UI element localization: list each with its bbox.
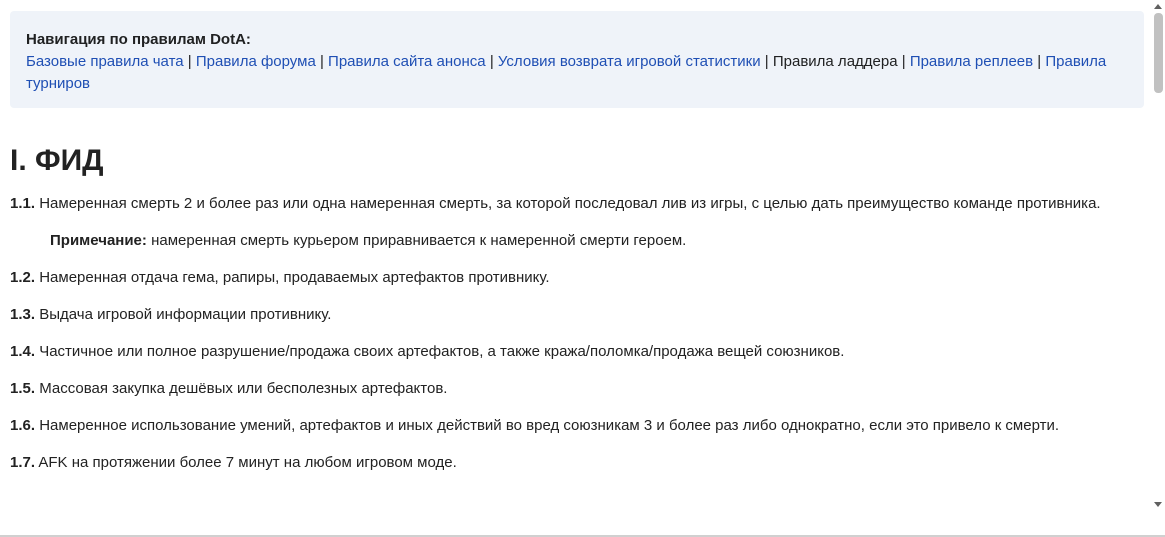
rule-number: 1.7. [10, 454, 36, 471]
page-content: Навигация по правилам DotA: Базовые прав… [0, 0, 1152, 535]
navigation-title: Навигация по правилам DotA: [26, 31, 251, 48]
rule-number: 1.5. [10, 380, 36, 397]
note-text: намеренная смерть курьером приравниваетс… [151, 232, 687, 249]
vertical-scrollbar[interactable] [1152, 0, 1165, 535]
nav-separator: | [319, 53, 324, 70]
rule-text: Намеренная смерть 2 и более раз или одна… [39, 195, 1101, 212]
nav-current-ladder-rules: Правила ладдера [772, 53, 898, 70]
nav-link-announce-site-rules[interactable]: Правила сайта анонса [328, 53, 486, 70]
scroll-down-arrow-icon[interactable] [1154, 502, 1162, 507]
rule-text: Массовая закупка дешёвых или бесполезных… [39, 380, 448, 397]
rule-number: 1.4. [10, 343, 36, 360]
rule-item: 1.3. Выдача игровой информации противник… [10, 304, 1135, 326]
rule-item: 1.7. AFK на протяжении более 7 минут на … [10, 452, 1135, 474]
nav-link-stats-return-conditions[interactable]: Условия возврата игровой статистики [498, 53, 761, 70]
scrollbar-thumb[interactable] [1154, 13, 1163, 93]
rule-number: 1.6. [10, 417, 36, 434]
rules-navigation-box: Навигация по правилам DotA: Базовые прав… [10, 11, 1144, 108]
nav-separator: | [1037, 53, 1042, 70]
rule-item: 1.1. Намеренная смерть 2 и более раз или… [10, 193, 1135, 215]
scroll-up-arrow-icon[interactable] [1154, 4, 1162, 9]
rule-item: 1.2. Намеренная отдача гема, рапиры, про… [10, 267, 1135, 289]
nav-link-replay-rules[interactable]: Правила реплеев [910, 53, 1033, 70]
nav-link-forum-rules[interactable]: Правила форума [196, 53, 316, 70]
rule-text: Частичное или полное разрушение/продажа … [39, 343, 845, 360]
rule-number: 1.2. [10, 269, 36, 286]
nav-separator: | [489, 53, 494, 70]
rule-item: 1.5. Массовая закупка дешёвых или беспол… [10, 378, 1135, 400]
rule-number: 1.3. [10, 306, 36, 323]
rule-item: 1.6. Намеренное использование умений, ар… [10, 415, 1135, 437]
rule-text: Выдача игровой информации противнику. [39, 306, 332, 323]
rule-text: AFK на протяжении более 7 минут на любом… [38, 454, 457, 471]
section-heading: I. ФИД [10, 144, 104, 177]
nav-separator: | [901, 53, 906, 70]
navigation-links: Базовые правила чата | Правила форума | … [26, 51, 1128, 95]
nav-link-chat-rules[interactable]: Базовые правила чата [26, 53, 184, 70]
rule-item: 1.4. Частичное или полное разрушение/про… [10, 341, 1135, 363]
rule-text: Намеренная отдача гема, рапиры, продавае… [39, 269, 550, 286]
nav-separator: | [764, 53, 769, 70]
rule-note: Примечание: намеренная смерть курьером п… [50, 230, 1135, 252]
note-label: Примечание: [50, 232, 147, 249]
rule-text: Намеренное использование умений, артефак… [39, 417, 1060, 434]
nav-separator: | [187, 53, 192, 70]
rules-list: 1.1. Намеренная смерть 2 и более раз или… [10, 193, 1135, 489]
rule-number: 1.1. [10, 195, 36, 212]
page-viewport: Навигация по правилам DotA: Базовые прав… [0, 0, 1165, 537]
